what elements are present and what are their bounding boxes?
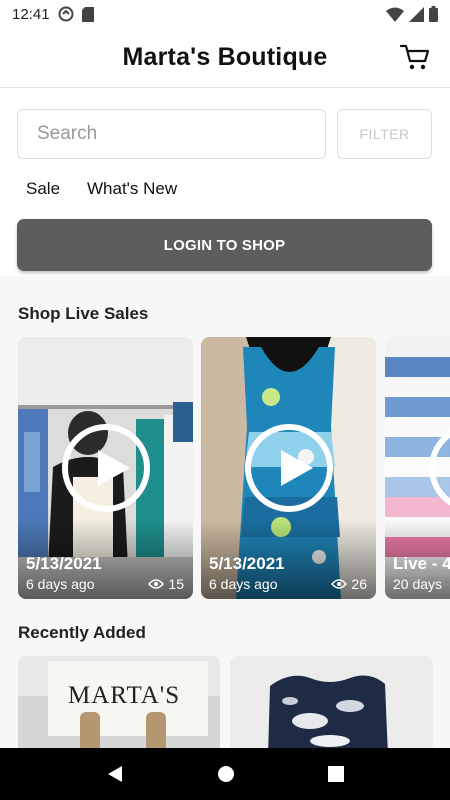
app-title: Marta's Boutique (122, 43, 328, 71)
wifi-icon (386, 7, 404, 22)
view-count: 15 (168, 576, 184, 592)
sd-card-icon (81, 6, 94, 22)
system-navigation-bar (0, 748, 450, 800)
play-icon[interactable] (245, 424, 333, 512)
category-link-whats-new[interactable]: What's New (87, 179, 177, 199)
product-thumbnail (230, 656, 433, 748)
top-panel: Search FILTER Sale What's New LOGIN TO S… (0, 88, 450, 276)
signal-icon (409, 6, 424, 22)
live-sale-time-ago: 20 days (393, 576, 443, 592)
search-input[interactable]: Search (17, 109, 326, 159)
live-sale-date: 5/13/2021 (26, 554, 102, 573)
live-sale-views: 26 (331, 576, 367, 592)
live-sale-card[interactable]: 5/13/2021 6 days ago 15 (18, 337, 193, 599)
view-count: 26 (351, 576, 367, 592)
no-disturb-icon (58, 6, 74, 22)
home-icon[interactable] (217, 765, 235, 783)
status-bar: 12:41 (0, 0, 450, 28)
eye-icon (331, 579, 348, 589)
product-card[interactable]: MARTA'S (18, 656, 220, 748)
product-sign-text: MARTA'S (68, 682, 181, 709)
live-sale-card[interactable]: Live - 4 20 days (385, 337, 450, 599)
live-sale-date: Live - 4 (393, 554, 450, 573)
filter-button[interactable]: FILTER (337, 109, 432, 159)
recently-added-title: Recently Added (18, 623, 146, 642)
cart-icon[interactable] (400, 42, 430, 72)
status-time: 12:41 (12, 5, 50, 23)
category-link-sale[interactable]: Sale (26, 179, 60, 199)
back-icon[interactable] (106, 765, 124, 783)
live-sale-views: 15 (148, 576, 184, 592)
recents-icon[interactable] (327, 766, 344, 782)
search-placeholder: Search (37, 123, 98, 144)
main-content: Shop Live Sales 5/13/2021 6 days ago 15 (0, 276, 450, 748)
app-header: Marta's Boutique (0, 28, 450, 88)
live-sale-date: 5/13/2021 (209, 554, 285, 573)
live-sale-card[interactable]: 5/13/2021 6 days ago 26 (201, 337, 376, 599)
eye-icon (148, 579, 165, 589)
live-sale-time-ago: 6 days ago (209, 576, 278, 592)
live-sales-title: Shop Live Sales (18, 304, 149, 323)
login-to-shop-button[interactable]: LOGIN TO SHOP (17, 219, 432, 271)
product-card[interactable] (230, 656, 433, 748)
battery-icon (429, 6, 438, 22)
live-sale-time-ago: 6 days ago (26, 576, 95, 592)
play-icon[interactable] (62, 424, 150, 512)
